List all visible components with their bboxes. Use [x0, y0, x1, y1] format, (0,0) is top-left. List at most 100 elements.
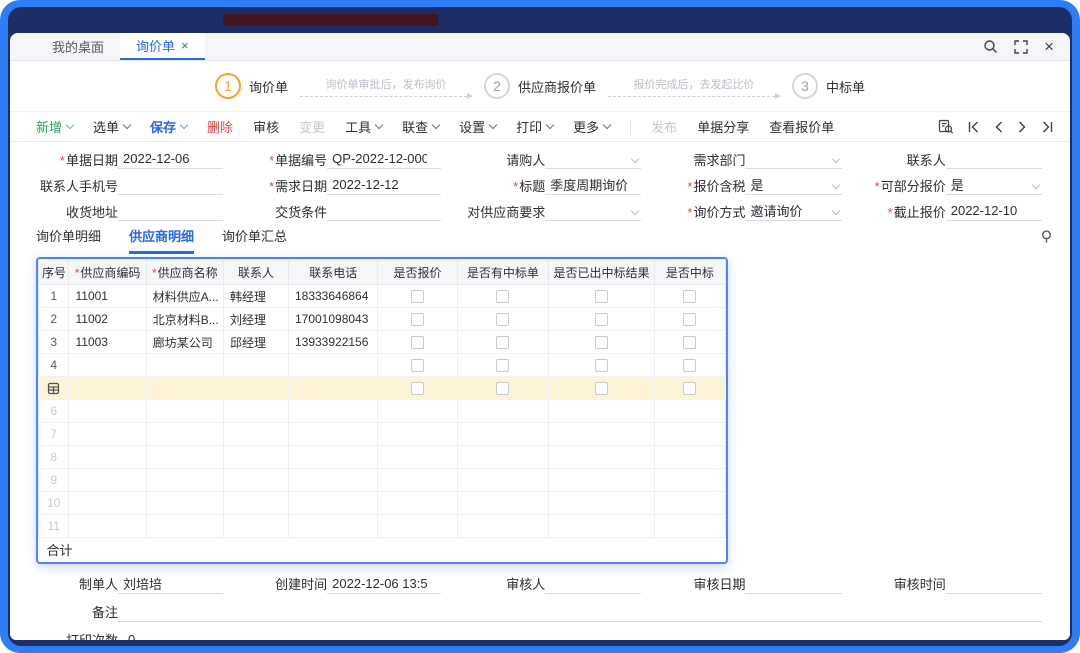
delete-button[interactable]: 删除 — [207, 117, 233, 136]
cell-name[interactable]: 北京材料B... — [146, 308, 223, 331]
field-supplier-requirement-input[interactable] — [545, 201, 641, 221]
subtab-inquiry-summary[interactable]: 询价单汇总 — [222, 226, 287, 254]
filter-search-icon[interactable] — [938, 119, 954, 135]
cell-num[interactable]: 1 — [39, 285, 69, 308]
print-button[interactable]: 打印 — [516, 117, 553, 136]
cell-has-award[interactable] — [457, 377, 548, 400]
cell-phone[interactable]: 13933922156 — [288, 331, 377, 354]
checkbox-has-award[interactable] — [496, 359, 509, 372]
checkbox-quoted[interactable] — [411, 359, 424, 372]
cell-quoted[interactable] — [378, 285, 457, 308]
footer-audit-time-input[interactable] — [946, 574, 1042, 594]
cell-num[interactable]: 4 — [39, 354, 69, 377]
cell-award-result[interactable] — [549, 308, 655, 331]
maximize-icon[interactable] — [1014, 40, 1028, 54]
cell-won[interactable] — [654, 308, 725, 331]
add-button[interactable]: 新增 — [36, 117, 73, 136]
audit-button[interactable]: 审核 — [253, 117, 279, 136]
locate-icon[interactable] — [1039, 229, 1054, 254]
cell-award-result[interactable] — [549, 377, 655, 400]
cell-won[interactable] — [654, 354, 725, 377]
checkbox-won[interactable] — [683, 359, 696, 372]
cell-phone[interactable] — [288, 354, 377, 377]
checkbox-quoted[interactable] — [411, 313, 424, 326]
cell-code[interactable] — [69, 377, 146, 400]
checkbox-has-award[interactable] — [496, 290, 509, 303]
next-record-icon[interactable] — [1017, 121, 1028, 133]
cell-quoted[interactable] — [378, 377, 457, 400]
cell-code[interactable] — [69, 354, 146, 377]
save-button[interactable]: 保存 — [150, 117, 187, 136]
cell-quoted[interactable] — [378, 354, 457, 377]
checkbox-award-result[interactable] — [595, 336, 608, 349]
cell-has-award[interactable] — [457, 331, 548, 354]
cell-won[interactable] — [654, 285, 725, 308]
checkbox-won[interactable] — [683, 336, 696, 349]
footer-auditor-input[interactable] — [545, 574, 641, 594]
cell-name[interactable]: 材料供应A... — [146, 285, 223, 308]
tab-inquiry-order[interactable]: 询价单 × — [120, 33, 205, 60]
field-contact-input[interactable] — [946, 149, 1042, 169]
last-record-icon[interactable] — [1041, 121, 1054, 133]
checkbox-quoted[interactable] — [411, 382, 424, 395]
cell-has-award[interactable] — [457, 308, 548, 331]
field-title-input[interactable]: 季度周期询价 — [545, 175, 641, 195]
subtab-inquiry-detail[interactable]: 询价单明细 — [36, 226, 101, 254]
field-demand-date-input[interactable]: 2022-12-12 — [327, 175, 441, 195]
cell-code[interactable]: 11002 — [69, 308, 146, 331]
cell-has-award[interactable] — [457, 354, 548, 377]
cell-quoted[interactable] — [378, 331, 457, 354]
cell-phone[interactable] — [288, 377, 377, 400]
field-inquiry-method-input[interactable]: 邀请询价 — [745, 201, 841, 221]
field-tax-included-input[interactable]: 是 — [745, 175, 841, 195]
tab-close-icon[interactable]: × — [181, 39, 189, 52]
checkbox-quoted[interactable] — [411, 336, 424, 349]
view-quotation-button[interactable]: 查看报价单 — [769, 117, 834, 136]
cell-code[interactable]: 11001 — [69, 285, 146, 308]
checkbox-won[interactable] — [683, 382, 696, 395]
cell-contact[interactable] — [223, 377, 288, 400]
tools-button[interactable]: 工具 — [345, 117, 382, 136]
field-demand-dept-input[interactable] — [745, 149, 841, 169]
checkbox-has-award[interactable] — [496, 336, 509, 349]
cell-phone[interactable]: 17001098043 — [288, 308, 377, 331]
cell-name[interactable] — [146, 377, 223, 400]
cell-won[interactable] — [654, 331, 725, 354]
checkbox-quoted[interactable] — [411, 290, 424, 303]
cell-contact[interactable]: 刘经理 — [223, 308, 288, 331]
checkbox-award-result[interactable] — [595, 290, 608, 303]
close-icon[interactable]: × — [1044, 38, 1054, 55]
cell-award-result[interactable] — [549, 354, 655, 377]
checkbox-won[interactable] — [683, 313, 696, 326]
checkbox-has-award[interactable] — [496, 382, 509, 395]
footer-create-time-input[interactable]: 2022-12-06 13:55:15 — [327, 574, 441, 594]
checkbox-award-result[interactable] — [595, 359, 608, 372]
remark-input[interactable] — [118, 602, 1042, 622]
prev-record-icon[interactable] — [993, 121, 1004, 133]
active-row-icon[interactable] — [41, 382, 66, 395]
link-query-button[interactable]: 联查 — [402, 117, 439, 136]
more-button[interactable]: 更多 — [573, 117, 610, 136]
cell-contact[interactable]: 邱经理 — [223, 331, 288, 354]
cell-quoted[interactable] — [378, 308, 457, 331]
cell-name[interactable]: 廊坊某公司 — [146, 331, 223, 354]
cell-num[interactable]: 2 — [39, 308, 69, 331]
checkbox-has-award[interactable] — [496, 313, 509, 326]
cell-contact[interactable]: 韩经理 — [223, 285, 288, 308]
field-delivery-terms-input[interactable] — [327, 201, 441, 221]
cell-code[interactable]: 11003 — [69, 331, 146, 354]
cell-award-result[interactable] — [549, 285, 655, 308]
cell-phone[interactable]: 18333646864 — [288, 285, 377, 308]
footer-audit-date-input[interactable] — [745, 574, 841, 594]
share-button[interactable]: 单据分享 — [697, 117, 749, 136]
field-delivery-address-input[interactable] — [118, 201, 223, 221]
field-contact-mobile-input[interactable] — [118, 175, 223, 195]
cell-award-result[interactable] — [549, 331, 655, 354]
checkbox-award-result[interactable] — [595, 382, 608, 395]
tab-my-desktop[interactable]: 我的桌面 — [36, 33, 120, 60]
first-record-icon[interactable] — [967, 121, 980, 133]
search-icon[interactable] — [983, 39, 998, 54]
checkbox-award-result[interactable] — [595, 313, 608, 326]
field-partial-quote-input[interactable]: 是 — [946, 175, 1042, 195]
field-quote-deadline-input[interactable]: 2022-12-10 — [946, 201, 1042, 221]
